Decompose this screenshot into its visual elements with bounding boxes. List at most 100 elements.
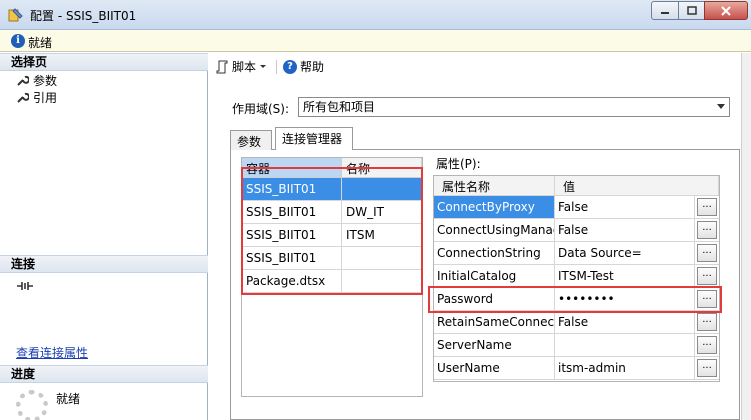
column-header-value[interactable]: 值 (555, 176, 719, 196)
ellipsis-button[interactable]: ... (697, 244, 717, 262)
ellipsis-cell: ... (695, 357, 719, 380)
property-row[interactable]: ConnectByProxy False ... (434, 196, 719, 219)
app-icon (8, 8, 23, 22)
wrench-icon (17, 92, 29, 103)
script-button[interactable]: 脚本 (216, 58, 267, 75)
property-row[interactable]: ConnectionString Data Source= ... (434, 242, 719, 265)
ellipsis-button[interactable]: ... (697, 290, 717, 308)
property-value[interactable]: False (555, 311, 695, 334)
properties-label: 属性(P): (436, 157, 481, 171)
container-cell: SSIS_BIIT01 (242, 201, 342, 224)
minimize-button[interactable] (651, 1, 679, 20)
maximize-button[interactable] (678, 1, 705, 20)
status-text: 就绪 (28, 36, 53, 50)
connection-grid: 容器 名称 SSIS_BIIT01 SSIS_BIIT01 DW_IT SSIS… (241, 157, 423, 397)
property-value[interactable]: •••••••• (555, 288, 695, 311)
wrench-icon (17, 75, 29, 86)
container-cell: Package.dtsx (242, 270, 342, 293)
toolbar-divider (276, 60, 277, 74)
scope-dropdown[interactable]: 所有包和项目 (298, 97, 730, 117)
progress-header: 进度 (0, 365, 208, 383)
help-icon: ? (283, 59, 297, 74)
ellipsis-cell: ... (695, 196, 719, 219)
progress-spinner-icon (16, 390, 48, 420)
maximize-icon (686, 6, 697, 15)
page-item-label: 引用 (33, 91, 58, 105)
chevron-down-icon (260, 64, 267, 68)
ellipsis-button[interactable]: ... (697, 313, 717, 331)
chevron-down-icon (717, 104, 725, 109)
property-row[interactable]: InitialCatalog ITSM-Test ... (434, 265, 719, 288)
property-value[interactable]: False (555, 219, 695, 242)
column-header-name[interactable]: 名称 (342, 158, 422, 178)
properties-grid: 属性名称 值 ConnectByProxy False ... ConnectU… (433, 175, 720, 382)
name-cell (342, 247, 422, 270)
title-bar: 配置 - SSIS_BIIT01 (0, 0, 751, 30)
tab-parameters[interactable]: 参数 (230, 130, 272, 150)
ellipsis-button[interactable]: ... (697, 359, 717, 377)
ellipsis-cell: ... (695, 288, 719, 311)
name-cell (342, 270, 422, 293)
scope-label: 作用域(S): (232, 102, 290, 116)
ellipsis-button[interactable]: ... (697, 267, 717, 285)
property-row[interactable]: RetainSameConnection False ... (434, 311, 719, 334)
property-name: RetainSameConnection (434, 311, 555, 334)
ellipsis-cell: ... (695, 311, 719, 334)
ellipsis-button[interactable]: ... (697, 198, 717, 216)
connection-header: 连接 (0, 255, 208, 273)
property-name: InitialCatalog (434, 265, 555, 288)
ellipsis-button[interactable]: ... (697, 336, 717, 354)
table-row[interactable]: Package.dtsx (242, 270, 422, 293)
left-pane: 选择页 参数 引用 连接 查看连接属性 进度 就绪 (0, 53, 208, 420)
property-row[interactable]: ConnectUsingManag... False ... (434, 219, 719, 242)
close-icon (721, 5, 731, 16)
scope-value: 所有包和项目 (303, 100, 376, 114)
property-value[interactable] (555, 334, 695, 357)
name-cell (342, 178, 422, 201)
close-button[interactable] (704, 1, 748, 20)
tab-connection-managers[interactable]: 连接管理器 (275, 127, 353, 150)
status-bar: i 就绪 (0, 30, 751, 52)
ellipsis-button[interactable]: ... (697, 221, 717, 239)
column-header-container[interactable]: 容器 (242, 158, 342, 178)
grid-header: 容器 名称 (242, 158, 422, 178)
property-row[interactable]: Password •••••••• ... (434, 288, 719, 311)
table-row[interactable]: SSIS_BIIT01 DW_IT (242, 201, 422, 224)
column-header-property-name[interactable]: 属性名称 (434, 176, 555, 196)
property-value[interactable]: itsm-admin (555, 357, 695, 380)
vertical-scrollbar[interactable] (741, 53, 751, 420)
table-row[interactable]: SSIS_BIIT01 ITSM (242, 224, 422, 247)
property-name: Password (434, 288, 555, 311)
property-row[interactable]: ServerName ... (434, 334, 719, 357)
ellipsis-cell: ... (695, 334, 719, 357)
view-connection-properties-link[interactable]: 查看连接属性 (16, 344, 88, 361)
info-icon: i (11, 34, 25, 48)
property-value[interactable]: ITSM-Test (555, 265, 695, 288)
container-cell: SSIS_BIIT01 (242, 247, 342, 270)
property-row[interactable]: UserName itsm-admin ... (434, 357, 719, 380)
grid-header: 属性名称 值 (434, 176, 719, 196)
property-name: ConnectByProxy (434, 196, 555, 219)
script-icon (216, 60, 228, 73)
table-row[interactable]: SSIS_BIIT01 (242, 247, 422, 270)
page-item-references[interactable]: 引用 (16, 89, 57, 106)
ellipsis-cell: ... (695, 242, 719, 265)
page-item-label: 参数 (33, 74, 58, 88)
property-value[interactable]: False (555, 196, 695, 219)
ellipsis-cell: ... (695, 219, 719, 242)
container-cell: SSIS_BIIT01 (242, 224, 342, 247)
property-value[interactable]: Data Source= (555, 242, 695, 265)
minimize-icon (661, 11, 669, 14)
connection-icon (17, 282, 33, 290)
select-page-header: 选择页 (0, 53, 208, 71)
toolbar: 脚本 ? 帮助 (210, 53, 751, 79)
help-button[interactable]: ? 帮助 (283, 58, 324, 75)
page-item-params[interactable]: 参数 (16, 72, 57, 89)
ellipsis-cell: ... (695, 265, 719, 288)
table-row[interactable]: SSIS_BIIT01 (242, 178, 422, 201)
property-name: ServerName (434, 334, 555, 357)
window-title: 配置 - SSIS_BIIT01 (30, 9, 137, 23)
property-name: UserName (434, 357, 555, 380)
name-cell: ITSM (342, 224, 422, 247)
container-cell: SSIS_BIIT01 (242, 178, 342, 201)
